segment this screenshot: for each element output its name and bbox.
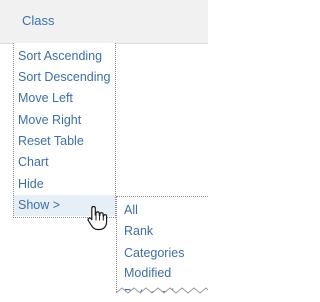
column-header[interactable]: Class [0,0,208,44]
menu-item-sort-ascending[interactable]: Sort Ascending [14,46,115,67]
submenu-item-rank[interactable]: Rank [117,221,208,242]
menu-item-chart[interactable]: Chart [14,152,115,173]
menu-item-move-left[interactable]: Move Left [14,88,115,109]
submenu-item-categories[interactable]: Categories [117,243,208,264]
submenu-item-modified[interactable]: Modified [117,263,208,284]
menu-item-move-right[interactable]: Move Right [14,110,115,131]
menu-item-reset-table[interactable]: Reset Table [14,131,115,152]
menu-item-sort-descending[interactable]: Sort Descending [14,67,115,88]
column-context-menu: Sort Ascending Sort Descending Move Left… [13,43,116,218]
submenu-item-all[interactable]: All [117,200,208,221]
submenu-cutoff-edge [116,287,208,302]
menu-item-hide[interactable]: Hide [14,174,115,195]
hand-pointer-icon [87,205,108,231]
column-header-label[interactable]: Class [22,13,55,28]
